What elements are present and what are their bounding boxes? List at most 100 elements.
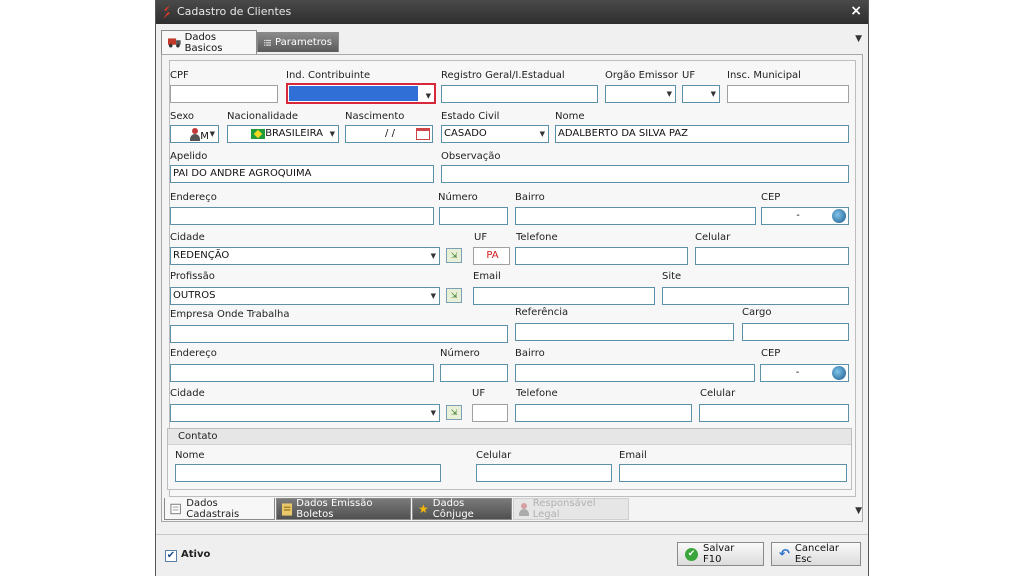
empresa-label: Empresa Onde Trabalha [170, 309, 290, 320]
ativo-label: Ativo [181, 549, 211, 560]
emp-celular-field[interactable] [699, 404, 849, 422]
tab-label: Dados Emissão Boletos [296, 498, 373, 520]
tab-label: Responsável Legal [532, 498, 596, 520]
profissao-value: OUTROS [173, 290, 216, 301]
tab-dados-emissao-boletos[interactable]: Dados Emissão Boletos [276, 498, 411, 520]
endereco-field[interactable] [170, 207, 434, 225]
estado-civil-label: Estado Civil [441, 111, 500, 122]
emp-cidade-select[interactable]: ▼ [170, 404, 440, 422]
emp-numero-field[interactable] [440, 364, 508, 382]
cancel-label: Cancelar Esc [794, 543, 840, 565]
emp-bairro-label: Bairro [515, 348, 545, 359]
chevron-down-icon: ▼ [209, 130, 215, 138]
emp-uf-field[interactable] [472, 404, 508, 422]
empresa-field[interactable] [170, 325, 508, 343]
chevron-down-icon: ▼ [430, 252, 436, 260]
tab-dados-conjuge[interactable]: ★ Dados Cônjuge [412, 498, 512, 520]
tab-dados-basicos[interactable]: Dados Basicos [161, 30, 257, 54]
referencia-field[interactable] [515, 323, 734, 341]
save-label: Salvar F10 [702, 543, 735, 565]
cargo-field[interactable] [742, 323, 849, 341]
apelido-field[interactable]: PAI DO ANDRE AGROQUIMA [170, 165, 434, 183]
tab-dados-cadastrais[interactable]: Dados Cadastrais [164, 498, 275, 520]
emp-cep-field[interactable]: - [760, 364, 849, 382]
cep-field[interactable]: - [761, 207, 849, 225]
save-button[interactable]: ✔ Salvar F10 [677, 542, 764, 566]
cancel-button[interactable]: ↶ Cancelar Esc [771, 542, 861, 566]
nome-field[interactable]: ADALBERTO DA SILVA PAZ [555, 125, 849, 143]
cargo-label: Cargo [742, 307, 772, 318]
site-field[interactable] [662, 287, 849, 305]
contato-celular-field[interactable] [476, 464, 612, 482]
emp-cep-value: - [795, 367, 800, 378]
uf-select[interactable]: ▼ [682, 85, 720, 103]
globe-search-icon[interactable] [832, 209, 846, 223]
insc-municipal-field[interactable] [727, 85, 849, 103]
endereco-label: Endereço [170, 192, 217, 203]
app-logo-icon [163, 5, 170, 19]
lookup-icon[interactable]: ⇲ [446, 405, 462, 420]
nacionalidade-label: Nacionalidade [227, 111, 299, 122]
undo-arrow-icon: ↶ [779, 546, 790, 562]
emp-celular-label: Celular [700, 388, 736, 399]
telefone-field[interactable] [515, 247, 688, 265]
celular-field[interactable] [695, 247, 849, 265]
tab-responsavel-legal[interactable]: Responsável Legal [513, 498, 629, 520]
globe-search-icon[interactable] [832, 366, 846, 380]
person-icon [519, 502, 529, 516]
bottom-tabs-menu-arrow-icon[interactable]: ▼ [855, 506, 862, 516]
contato-celular-label: Celular [476, 450, 512, 461]
estado-civil-value: CASADO [444, 128, 487, 139]
tab-label: Parametros [275, 37, 332, 48]
cpf-field[interactable] [170, 85, 278, 103]
nascimento-field[interactable]: / / [345, 125, 433, 143]
orgao-emissor-label: Orgão Emissor [605, 70, 679, 81]
emp-telefone-field[interactable] [515, 404, 692, 422]
nacionalidade-select[interactable]: BRASILEIRA ▼ [227, 125, 339, 143]
emp-cep-label: CEP [761, 348, 781, 359]
bairro-field[interactable] [515, 207, 756, 225]
list-icon [264, 39, 272, 46]
tabs-menu-arrow-icon[interactable]: ▼ [855, 34, 862, 44]
registro-geral-field[interactable] [441, 85, 598, 103]
numero-label: Número [438, 192, 478, 203]
bottom-tab-bar: Dados Cadastrais Dados Emissão Boletos ★… [161, 496, 863, 522]
lookup-icon[interactable]: ⇲ [446, 248, 462, 263]
emp-endereco-field[interactable] [170, 364, 434, 382]
ativo-checkbox[interactable]: ✔ [165, 550, 177, 562]
close-icon[interactable]: × [850, 3, 862, 19]
estado-civil-select[interactable]: CASADO ▼ [441, 125, 549, 143]
contato-title: Contato [178, 431, 218, 442]
person-icon [190, 128, 200, 141]
cidade-uf-field[interactable]: PA [473, 247, 510, 265]
contato-email-field[interactable] [619, 464, 847, 482]
observacao-label: Observação [441, 151, 501, 162]
chevron-down-icon: ▼ [666, 90, 672, 98]
tab-label: Dados Cadastrais [186, 497, 240, 520]
brazil-flag-icon [251, 129, 265, 139]
cidade-label: Cidade [170, 232, 205, 243]
numero-field[interactable] [439, 207, 508, 225]
calendar-icon[interactable] [416, 128, 430, 140]
lookup-icon[interactable]: ⇲ [446, 288, 462, 303]
contato-nome-field[interactable] [175, 464, 441, 482]
sexo-select[interactable]: M ▼ [170, 125, 219, 143]
ind-contribuinte-label: Ind. Contribuinte [286, 70, 371, 81]
orgao-emissor-select[interactable]: ▼ [605, 85, 676, 103]
chevron-down-icon: ▼ [430, 409, 436, 417]
email-field[interactable] [473, 287, 655, 305]
title-bar: Cadastro de Clientes × [156, 0, 868, 24]
telefone-label: Telefone [516, 232, 558, 243]
tab-parametros[interactable]: Parametros [257, 32, 339, 52]
bairro-label: Bairro [515, 192, 545, 203]
cidade-select[interactable]: REDENÇÃO ▼ [170, 247, 440, 265]
emp-endereco-label: Endereço [170, 348, 217, 359]
truck-icon [168, 38, 181, 48]
dados-basicos-panel: CPF Ind. Contribuinte ▼ Registro Geral/I… [161, 54, 863, 522]
profissao-select[interactable]: OUTROS ▼ [170, 287, 440, 305]
contato-header: Contato [168, 429, 851, 445]
emp-bairro-field[interactable] [515, 364, 755, 382]
registro-geral-label: Registro Geral/I.Estadual [441, 70, 565, 81]
observacao-field[interactable] [441, 165, 849, 183]
ind-contribuinte-select[interactable]: ▼ [286, 83, 436, 104]
